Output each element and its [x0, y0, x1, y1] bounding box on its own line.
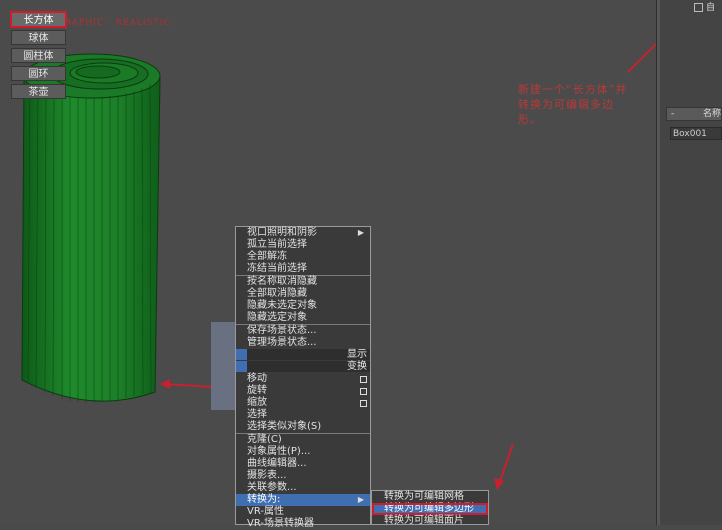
object-name-field[interactable]: Box001: [670, 127, 722, 140]
menu-item-freeze[interactable]: 冻结当前选择: [236, 263, 370, 275]
menu-item-unhide-by-name[interactable]: 按名称取消隐藏: [236, 276, 370, 288]
teapot-button[interactable]: 茶壶: [11, 84, 66, 99]
settings-box-icon[interactable]: [360, 376, 367, 383]
quad-header-display: 显示: [236, 349, 370, 360]
submenu-arrow-icon: ▶: [357, 495, 364, 504]
cylinder-button[interactable]: 圆柱体: [11, 48, 66, 63]
menu-item-curve-editor[interactable]: 曲线编辑器...: [236, 458, 370, 470]
viewport-red-arrow: [160, 379, 213, 389]
menu-item-manage-scene-states[interactable]: 管理场景状态...: [236, 337, 370, 349]
sphere-button[interactable]: 球体: [11, 30, 66, 45]
menu-item-wire-parameters[interactable]: 关联参数...: [236, 482, 370, 494]
panel-divider: [657, 0, 660, 525]
menu-item-vr-properties[interactable]: VR-属性: [236, 506, 370, 518]
collapse-icon[interactable]: -: [671, 108, 674, 120]
autogrid-checkbox[interactable]: 自: [694, 0, 715, 13]
menu-item-object-properties[interactable]: 对象属性(P)...: [236, 446, 370, 458]
menu-item-unfreeze-all[interactable]: 全部解冻: [236, 251, 370, 263]
quad-indicator: [236, 349, 247, 360]
submenu-arrow-icon: ▶: [357, 228, 364, 237]
submenu-red-arrow: [494, 443, 514, 490]
menu-item-select-similar[interactable]: 选择类似对象(S): [236, 421, 370, 433]
menu-item-rotate[interactable]: 旋转: [236, 385, 370, 397]
quad-header-transform: 变换: [236, 361, 370, 372]
menu-item-viewport-lighting[interactable]: 视口照明和阴影 ▶: [236, 227, 370, 239]
submenu-item-editable-patch[interactable]: 转换为可编辑面片: [372, 515, 488, 527]
menu-item-save-scene-state[interactable]: 保存场景状态...: [236, 325, 370, 337]
menu-item-isolate[interactable]: 孤立当前选择: [236, 239, 370, 251]
checkbox-icon[interactable]: [694, 3, 703, 12]
submenu-item-editable-poly[interactable]: 转换为可编辑多边形: [372, 503, 488, 515]
name-color-rollout[interactable]: - 名称: [666, 107, 722, 121]
menu-item-clone[interactable]: 克隆(C): [236, 434, 370, 446]
menu-item-scale[interactable]: 缩放: [236, 397, 370, 409]
menu-item-select[interactable]: 选择: [236, 409, 370, 421]
torus-button[interactable]: 圆环: [11, 66, 66, 81]
menu-item-dope-sheet[interactable]: 摄影表...: [236, 470, 370, 482]
menu-shadow-panel: [211, 322, 235, 410]
tutorial-annotation: 新建一个“长方体”并转换为可编辑多边形。: [518, 83, 628, 126]
settings-box-icon[interactable]: [360, 400, 367, 407]
menu-item-convert-to[interactable]: 转换为: ▶: [236, 494, 370, 506]
box-button[interactable]: 长方体: [10, 11, 67, 28]
submenu-item-editable-mesh[interactable]: 转换为可编辑网格: [372, 491, 488, 503]
menu-item-unhide-all[interactable]: 全部取消隐藏: [236, 288, 370, 300]
quad-menu: 视口照明和阴影 ▶ 孤立当前选择 全部解冻 冻结当前选择 按名称取消隐藏 全部取消…: [235, 226, 371, 529]
menu-item-vr-scene-converter[interactable]: VR-场景转换器: [236, 518, 370, 530]
command-panel: [656, 0, 722, 525]
menu-item-hide-selected[interactable]: 隐藏选定对象: [236, 312, 370, 324]
menu-item-hide-unselected[interactable]: 隐藏未选定对象: [236, 300, 370, 312]
menu-item-move[interactable]: 移动: [236, 373, 370, 385]
settings-box-icon[interactable]: [360, 388, 367, 395]
quad-indicator: [236, 361, 247, 372]
rolled-cylinder-object[interactable]: [21, 53, 161, 403]
rollout-title: 名称: [702, 109, 721, 119]
convert-to-submenu: 转换为可编辑网格 转换为可编辑多边形 转换为可编辑面片: [371, 490, 489, 527]
